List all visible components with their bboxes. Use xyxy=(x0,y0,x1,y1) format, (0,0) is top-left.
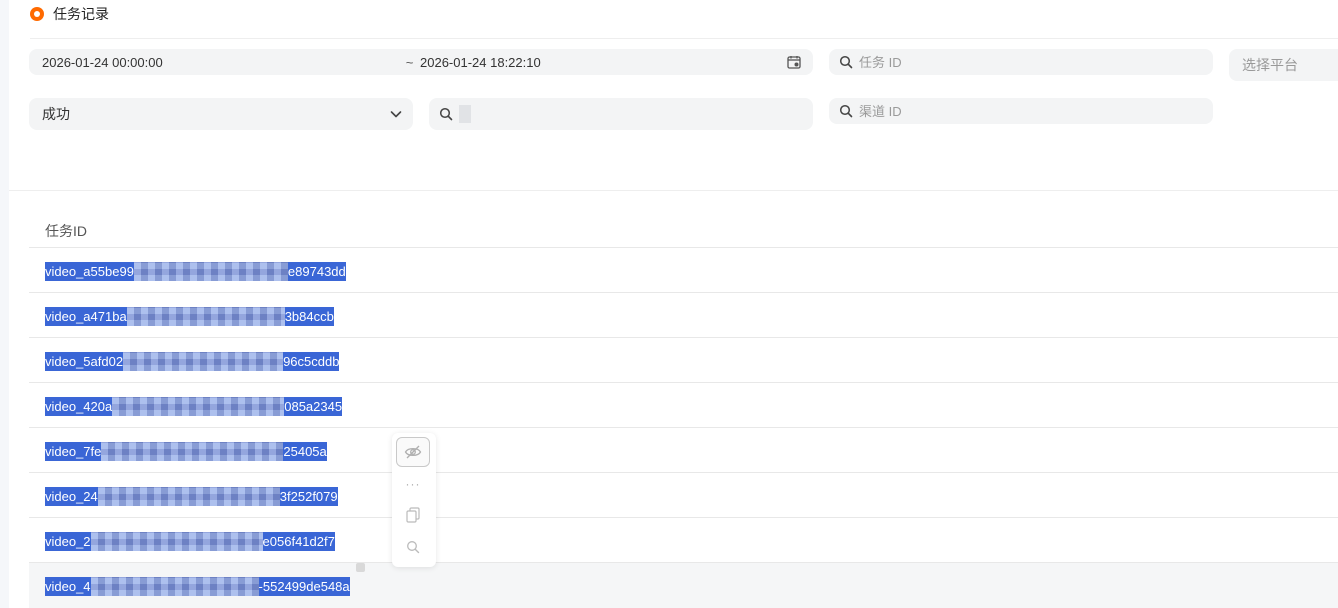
chevron-down-icon xyxy=(390,111,402,118)
task-id-suffix: e056f41d2f7 xyxy=(262,534,335,549)
platform-placeholder: 选择平台 xyxy=(1242,57,1298,73)
search-icon xyxy=(839,55,853,69)
redacted-segment xyxy=(112,397,285,416)
redacted-value xyxy=(459,105,471,123)
search-icon xyxy=(839,104,853,118)
table-row[interactable]: video_7fe 25405a xyxy=(29,428,1338,473)
calendar-icon[interactable] xyxy=(787,55,801,69)
task-id-input[interactable] xyxy=(859,54,1159,70)
table-row[interactable]: video_5afd02 96c5cddb xyxy=(29,338,1338,383)
copy-button[interactable] xyxy=(396,500,430,530)
task-id-prefix: video_4 xyxy=(45,579,91,594)
floating-toolbar: ··· xyxy=(392,433,436,567)
task-id-prefix: video_a55be99 xyxy=(45,264,134,279)
task-id-suffix: 085a2345 xyxy=(284,399,343,414)
redacted-segment xyxy=(90,532,263,551)
date-separator: ~ xyxy=(405,54,414,70)
table-row[interactable]: video_4 -552499de548a xyxy=(29,563,1338,608)
page-header: 任务记录 xyxy=(30,4,109,24)
table-row[interactable]: video_a471ba 3b84ccb xyxy=(29,293,1338,338)
task-id-cell[interactable]: video_5afd02 96c5cddb xyxy=(45,352,340,371)
task-table: video_a55be99 e89743dd video_a471ba 3b84… xyxy=(29,248,1338,608)
task-id-cell[interactable]: video_24 3f252f079 xyxy=(45,487,338,506)
date-end-value: 2026-01-24 18:22:10 xyxy=(420,54,541,70)
section-divider xyxy=(9,190,1338,191)
copy-icon xyxy=(406,507,420,523)
drag-handle[interactable] xyxy=(356,563,365,572)
left-edge-strip xyxy=(0,0,9,608)
channel-id-search[interactable] xyxy=(829,98,1213,124)
task-id-cell[interactable]: video_a471ba 3b84ccb xyxy=(45,307,334,326)
more-button[interactable]: ··· xyxy=(396,469,430,499)
channel-id-input[interactable] xyxy=(859,103,1159,119)
date-range-picker[interactable]: 2026-01-24 00:00:00 ~ 2026-01-24 18:22:1… xyxy=(29,49,813,75)
task-id-prefix: video_5afd02 xyxy=(45,354,124,369)
task-id-prefix: video_420a xyxy=(45,399,113,414)
redacted-segment xyxy=(90,577,259,596)
task-id-suffix: e89743dd xyxy=(287,264,346,279)
task-id-suffix: 3b84ccb xyxy=(284,309,334,324)
status-value: 成功 xyxy=(42,106,70,122)
task-id-suffix: 25405a xyxy=(283,444,327,459)
task-id-search[interactable] xyxy=(829,49,1213,75)
table-row[interactable]: video_a55be99 e89743dd xyxy=(29,248,1338,293)
task-id-prefix: video_a471ba xyxy=(45,309,127,324)
redacted-segment xyxy=(123,352,284,371)
platform-select[interactable]: 选择平台 xyxy=(1229,49,1338,81)
task-id-prefix: video_2 xyxy=(45,534,91,549)
task-id-cell[interactable]: video_420a 085a2345 xyxy=(45,397,343,416)
status-select[interactable]: 成功 xyxy=(29,98,413,130)
task-id-cell[interactable]: video_4 -552499de548a xyxy=(45,577,350,596)
table-row[interactable]: video_24 3f252f079 xyxy=(29,473,1338,518)
search-button[interactable] xyxy=(396,532,430,562)
search-icon xyxy=(407,541,420,554)
task-id-suffix: 3f252f079 xyxy=(279,489,338,504)
task-id-suffix: -552499de548a xyxy=(258,579,350,594)
table-row[interactable]: video_2 e056f41d2f7 xyxy=(29,518,1338,563)
page-title: 任务记录 xyxy=(53,6,109,22)
column-header-task-id: 任务ID xyxy=(45,223,87,239)
redacted-segment xyxy=(133,262,288,281)
task-id-prefix: video_7fe xyxy=(45,444,102,459)
task-id-cell[interactable]: video_a55be99 e89743dd xyxy=(45,262,346,281)
redacted-segment xyxy=(97,487,280,506)
date-start-value: 2026-01-24 00:00:00 xyxy=(42,54,163,70)
hide-button[interactable] xyxy=(396,437,430,467)
redacted-segment xyxy=(126,307,285,326)
keyword-search[interactable] xyxy=(429,98,813,130)
more-dots-icon: ··· xyxy=(405,477,421,491)
header-divider xyxy=(30,38,1338,39)
task-id-cell[interactable]: video_7fe 25405a xyxy=(45,442,327,461)
task-id-prefix: video_24 xyxy=(45,489,98,504)
eye-icon xyxy=(30,7,44,21)
search-icon xyxy=(439,107,453,121)
eye-off-icon xyxy=(404,445,422,459)
task-id-cell[interactable]: video_2 e056f41d2f7 xyxy=(45,532,335,551)
redacted-segment xyxy=(101,442,284,461)
task-id-suffix: 96c5cddb xyxy=(283,354,340,369)
table-row[interactable]: video_420a 085a2345 xyxy=(29,383,1338,428)
